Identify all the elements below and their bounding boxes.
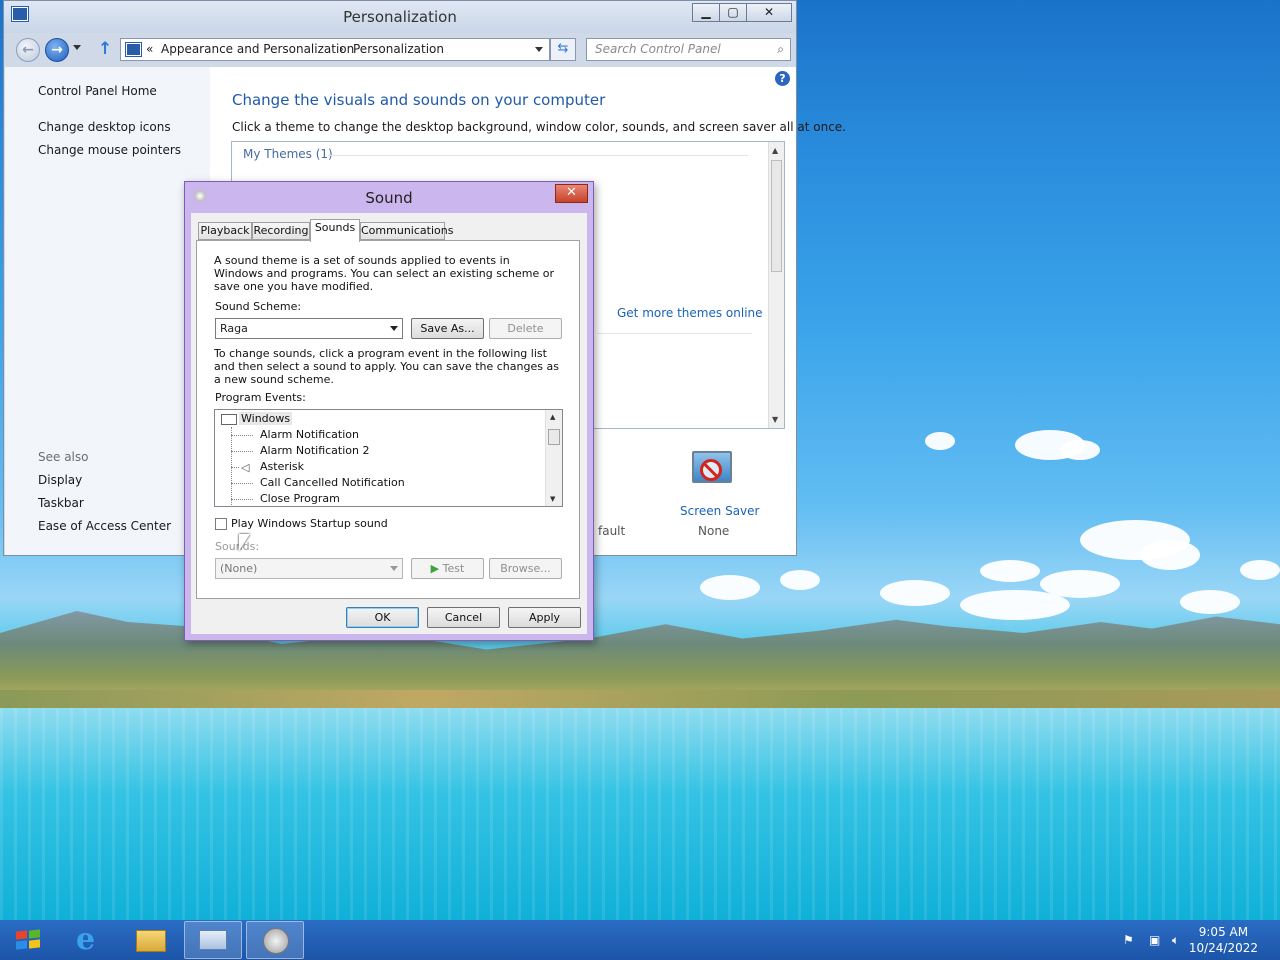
change-sounds-instructions: To change sounds, click a program event … [214, 347, 559, 386]
window-title: Personalization [343, 8, 457, 26]
scrollbar-thumb[interactable] [548, 429, 560, 445]
save-as-button[interactable]: Save As... [411, 318, 484, 339]
startup-sound-checkbox[interactable] [215, 518, 227, 530]
page-title: Change the visuals and sounds on your co… [232, 91, 606, 109]
file-explorer-icon[interactable] [122, 921, 180, 959]
scrollbar-thumb[interactable] [771, 160, 782, 272]
sound-scheme-select[interactable]: Raga [215, 318, 403, 339]
event-alarm-notification[interactable]: Alarm Notification [260, 428, 359, 441]
refresh-icon[interactable]: ⇆ [550, 38, 576, 61]
tab-playback[interactable]: Playback [198, 222, 252, 240]
network-icon[interactable]: ▣ [1149, 933, 1160, 947]
window-titlebar[interactable]: Personalization ▁ ▢ ✕ [4, 1, 796, 33]
program-events-label: Program Events: [215, 391, 306, 404]
back-button[interactable]: ← [16, 38, 40, 62]
clock-date: 10/24/2022 [1188, 941, 1258, 955]
see-also-heading: See also [38, 450, 89, 464]
scroll-down-icon[interactable]: ▼ [772, 415, 778, 424]
sounds-select[interactable]: (None) [215, 558, 403, 579]
recent-pages-chevron-icon[interactable] [73, 45, 81, 50]
scroll-up-icon[interactable]: ▲ [772, 146, 778, 155]
sidebar-item-taskbar[interactable]: Taskbar [38, 496, 84, 510]
sound-theme-description: A sound theme is a set of sounds applied… [214, 254, 555, 293]
breadcrumb-overflow[interactable]: « [146, 39, 153, 60]
screen-saver-link[interactable]: Screen Saver [680, 504, 759, 518]
startup-sound-label[interactable]: Play Windows Startup sound [231, 517, 388, 530]
help-icon[interactable]: ? [775, 71, 790, 86]
minimize-button[interactable]: ▁ [692, 3, 720, 22]
speaker-icon: ◁ [241, 461, 250, 474]
lake [0, 708, 1280, 920]
browse-button[interactable]: Browse... [489, 558, 562, 579]
event-asterisk[interactable]: Asterisk [260, 460, 304, 473]
breadcrumb-personalization[interactable]: Personalization [353, 39, 444, 60]
sidebar-item-display[interactable]: Display [38, 473, 82, 487]
play-icon: ▶ [430, 562, 440, 575]
event-group-windows[interactable]: Windows [239, 412, 293, 425]
program-events-list[interactable]: Windows Alarm Notification Alarm Notific… [214, 409, 563, 507]
sidebar-item-mouse-pointers[interactable]: Change mouse pointers [38, 143, 181, 157]
sidebar-item-ease-of-access[interactable]: Ease of Access Center [38, 519, 171, 533]
windows-group-icon [221, 414, 237, 425]
events-scrollbar[interactable]: ▲ ▼ [545, 410, 562, 506]
control-panel-icon [126, 43, 141, 56]
action-center-flag-icon[interactable]: ⚑ [1123, 933, 1134, 947]
mouse-cursor-icon [239, 534, 250, 551]
close-button[interactable]: ✕ [746, 3, 792, 22]
tab-recording[interactable]: Recording [252, 222, 310, 240]
event-alarm-notification-2[interactable]: Alarm Notification 2 [260, 444, 369, 457]
volume-muted-icon[interactable]: 🔈︎ [1172, 933, 1179, 948]
sound-scheme-label: Sound Scheme: [215, 300, 302, 313]
sidebar [5, 67, 210, 555]
screen-saver-icon[interactable] [688, 449, 734, 491]
address-bar[interactable]: « Appearance and Personalization › Perso… [120, 38, 550, 61]
sidebar-item-desktop-icons[interactable]: Change desktop icons [38, 120, 171, 134]
test-button[interactable]: ▶ Test [411, 558, 484, 579]
breadcrumb-separator[interactable]: › [339, 39, 344, 60]
sidebar-item-control-panel-home[interactable]: Control Panel Home [38, 84, 157, 98]
tab-sounds[interactable]: Sounds [310, 219, 360, 242]
address-dropdown-icon[interactable] [535, 47, 543, 52]
apply-button[interactable]: Apply [508, 607, 581, 628]
internet-explorer-icon[interactable]: e [62, 921, 120, 959]
clock-time: 9:05 AM [1198, 925, 1249, 939]
event-close-program[interactable]: Close Program [260, 492, 340, 505]
dialog-titlebar[interactable]: Sound ✕ [185, 182, 593, 212]
screen-saver-value: None [698, 524, 730, 538]
ok-button[interactable]: OK [346, 607, 419, 628]
start-button[interactable] [0, 921, 58, 959]
sounds-label: Sounds: [215, 540, 260, 553]
scroll-up-icon[interactable]: ▲ [550, 413, 555, 421]
sound-taskbar-button[interactable] [246, 921, 304, 959]
control-panel-taskbar-button[interactable] [184, 921, 242, 959]
themes-scrollbar[interactable]: ▲ ▼ [768, 142, 784, 428]
chevron-down-icon [390, 566, 398, 571]
taskbar: e ⚑ ▣ 🔈︎ 9:05 AM 10/24/2022 [0, 920, 1280, 960]
up-arrow-icon[interactable]: ↑ [98, 39, 112, 59]
page-subtitle: Click a theme to change the desktop back… [232, 120, 846, 134]
tab-communications[interactable]: Communications [360, 222, 453, 240]
shoreline [0, 690, 1280, 710]
delete-button[interactable]: Delete [489, 318, 562, 339]
sound-default-value: fault [598, 524, 626, 538]
search-input[interactable]: Search Control Panel ⌕ [586, 38, 791, 61]
forward-button[interactable]: → [45, 38, 69, 62]
my-themes-heading: My Themes (1) [243, 147, 333, 161]
chevron-down-icon [390, 326, 398, 331]
search-icon: ⌕ [777, 42, 784, 56]
breadcrumb-appearance[interactable]: Appearance and Personalization [161, 39, 354, 60]
get-more-themes-link[interactable]: Get more themes online [617, 306, 763, 320]
event-call-cancelled[interactable]: Call Cancelled Notification [260, 476, 405, 489]
cancel-button[interactable]: Cancel [427, 607, 500, 628]
scroll-down-icon[interactable]: ▼ [550, 495, 555, 503]
dialog-title: Sound [365, 189, 413, 207]
dialog-close-button[interactable]: ✕ [555, 184, 588, 203]
system-clock[interactable]: 9:05 AM 10/24/2022 [1189, 924, 1258, 956]
maximize-button[interactable]: ▢ [719, 3, 747, 22]
